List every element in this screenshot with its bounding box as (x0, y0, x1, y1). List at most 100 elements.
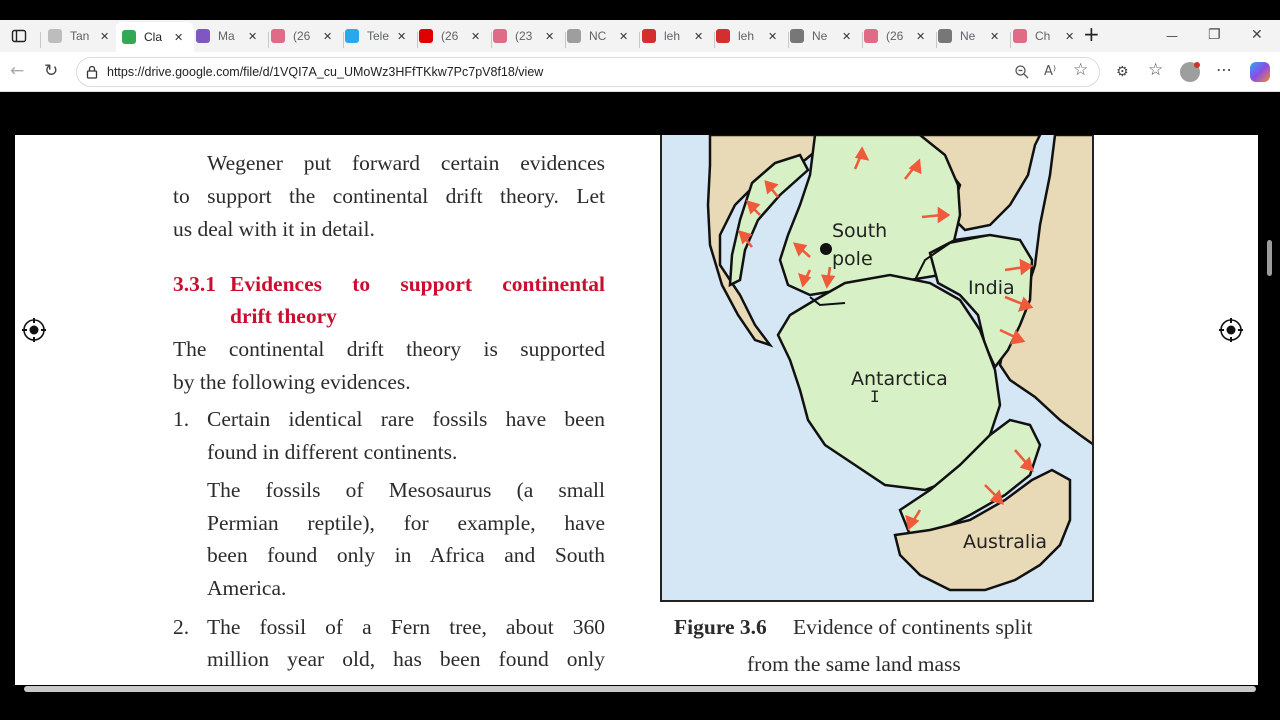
page-icon (938, 29, 952, 43)
horizontal-scrollbar-thumb[interactable] (24, 686, 1256, 692)
close-tab-icon[interactable]: ✕ (990, 30, 999, 43)
tab-label: Ch (1035, 29, 1051, 43)
tab-separator (639, 32, 640, 48)
close-tab-icon[interactable]: ✕ (100, 30, 109, 43)
profile-avatar[interactable] (1180, 62, 1200, 82)
browser-tab[interactable]: (26 ✕ (271, 24, 341, 48)
restore-button[interactable]: ❐ (1208, 27, 1221, 43)
youtube-icon (271, 29, 285, 43)
browser-tab[interactable]: Ch ✕ (1013, 24, 1083, 48)
new-tab-button[interactable]: + (1083, 24, 1100, 44)
browser-tab[interactable]: leh ✕ (642, 24, 712, 48)
pdf-icon (642, 29, 656, 43)
close-window-button[interactable]: ✕ (1251, 27, 1263, 43)
tab-bar: Tan ✕ Cla ✕ Ma ✕ (26 ✕ Tele ✕ (26 ✕ (23 ✕ NC ✕ leh ✕ leh ✕ N… (0, 20, 1280, 52)
close-tab-icon[interactable]: ✕ (323, 30, 332, 43)
vertical-scrollbar-thumb[interactable] (1267, 240, 1272, 276)
youtube-icon (1013, 29, 1027, 43)
list-detail-line: been found only in Africa and South (207, 543, 605, 567)
tab-separator (565, 32, 566, 48)
list-detail-line: America. (207, 576, 287, 600)
paragraph-line: The continental drift theory is supporte… (173, 337, 605, 361)
list-detail-line: The fossils of Mesosaurus (a small (207, 478, 605, 502)
browser-tab[interactable]: Tele ✕ (345, 24, 415, 48)
tab-label: (26 (293, 29, 311, 43)
tab-actions-icon[interactable] (11, 28, 27, 47)
figure-caption: from the same land mass (747, 652, 961, 676)
tab-label: (26 (441, 29, 459, 43)
close-tab-icon[interactable]: ✕ (248, 30, 257, 43)
figure-frame (660, 135, 1094, 602)
more-options-icon[interactable]: ⋯ (1216, 62, 1232, 78)
close-tab-icon[interactable]: ✕ (174, 31, 183, 44)
browser-tab[interactable]: (26 ✕ (864, 24, 934, 48)
close-tab-icon[interactable]: ✕ (694, 30, 703, 43)
paragraph-line: Wegener put forward certain evidences (207, 151, 605, 175)
reload-icon[interactable]: ↻ (44, 63, 58, 80)
copilot-icon[interactable] (1250, 62, 1270, 82)
paragraph-line: by the following evidences. (173, 370, 411, 394)
page-icon (790, 29, 804, 43)
document-icon (48, 29, 62, 43)
browser-tab[interactable]: Ne ✕ (790, 24, 860, 48)
list-number: 1. (173, 407, 190, 431)
youtube-icon (493, 29, 507, 43)
globe-icon (567, 29, 581, 43)
list-number: 2. (173, 615, 190, 639)
close-tab-icon[interactable]: ✕ (916, 30, 925, 43)
browser-tab[interactable]: NC ✕ (567, 24, 637, 48)
next-page-button[interactable] (1219, 318, 1243, 342)
close-tab-icon[interactable]: ✕ (768, 30, 777, 43)
section-heading: Evidences to support continental (230, 272, 605, 296)
favorite-star-icon[interactable]: ☆ (1073, 62, 1088, 79)
close-tab-icon[interactable]: ✕ (471, 30, 480, 43)
list-item-line: million year old, has been found only (207, 647, 605, 671)
tab-label: Ma (218, 29, 235, 43)
browser-tab[interactable]: (23 ✕ (493, 24, 563, 48)
previous-page-button[interactable] (22, 318, 46, 342)
tab-label: Ne (960, 29, 976, 43)
tab-separator (714, 32, 715, 48)
extensions-icon[interactable]: ⚙ (1116, 64, 1129, 80)
read-aloud-icon[interactable]: A⁾ (1044, 64, 1056, 80)
browser-tab[interactable]: Ne ✕ (938, 24, 1008, 48)
close-tab-icon[interactable]: ✕ (619, 30, 628, 43)
tab-separator (343, 32, 344, 48)
tab-label: Cla (144, 30, 163, 44)
site-info-icon[interactable] (85, 65, 99, 82)
close-tab-icon[interactable]: ✕ (397, 30, 406, 43)
close-tab-icon[interactable]: ✕ (1065, 30, 1074, 43)
close-tab-icon[interactable]: ✕ (545, 30, 554, 43)
url-field[interactable]: https://drive.google.com/file/d/1VQI7A_c… (76, 57, 1100, 87)
app-icon (196, 29, 210, 43)
tab-label: Ne (812, 29, 828, 43)
browser-tab[interactable]: Tan ✕ (48, 24, 118, 48)
back-icon[interactable]: ← (10, 63, 24, 80)
screen-top-border (0, 0, 1280, 20)
close-tab-icon[interactable]: ✕ (842, 30, 851, 43)
zoom-icon[interactable] (1014, 64, 1030, 83)
browser-tab[interactable]: leh ✕ (716, 24, 786, 48)
list-item-line: found in different continents. (207, 440, 458, 464)
figure-caption-number: Figure 3.6 (674, 615, 767, 639)
tab-label: leh (738, 29, 755, 43)
browser-tab[interactable]: (26 ✕ (419, 24, 489, 48)
paragraph-line: to support the continental drift theory.… (173, 184, 605, 208)
browser-tab[interactable]: Ma ✕ (196, 24, 266, 48)
tab-separator (268, 32, 269, 48)
browser-tab[interactable]: Cla ✕ (116, 22, 194, 52)
tab-separator (417, 32, 418, 48)
list-item-line: The fossil of a Fern tree, about 360 (207, 615, 605, 639)
address-bar-row: ← ↻ https://drive.google.com/file/d/1VQI… (0, 52, 1280, 92)
drive-pdf-viewer: Wegener put forward certain evidences to… (4, 92, 1276, 698)
google-drive-icon (122, 30, 136, 44)
minimize-button[interactable]: — (1166, 28, 1178, 44)
favorites-icon[interactable]: ☆ (1148, 62, 1163, 79)
tab-label: (26 (886, 29, 904, 43)
url-text[interactable]: https://drive.google.com/file/d/1VQI7A_c… (107, 65, 543, 79)
youtube-icon (419, 29, 433, 43)
tab-label: NC (589, 29, 607, 43)
section-heading: drift theory (230, 304, 337, 328)
telegram-icon (345, 29, 359, 43)
youtube-icon (864, 29, 878, 43)
